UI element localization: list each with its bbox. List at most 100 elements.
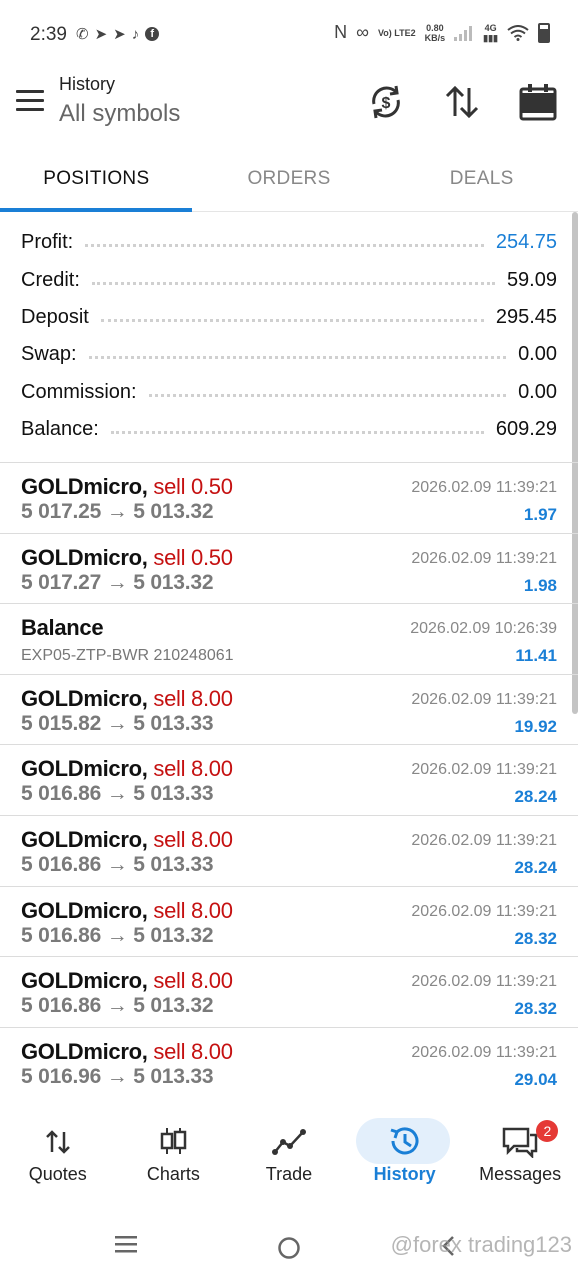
dotted-leader [100,318,484,322]
deal-profit: 28.32 [514,928,557,948]
wifi-icon [507,24,529,41]
deals-list: GOLDmicro, sell 0.50 5 017.25 → 5 013.32… [0,463,578,1098]
tiktok-icon: ♪ [131,25,140,43]
account-summary: Profit: 254.75 Credit: 59.09 Deposit 295… [21,224,557,448]
calendar-button[interactable] [518,82,558,122]
menu-icon[interactable] [16,90,44,112]
deal-title: GOLDmicro, sell 0.50 [21,545,233,571]
net-type-label: 4G [484,22,497,33]
symbol-filter[interactable]: All symbols [59,100,180,128]
deal-comment: EXP05-ZTP-BWR 210248061 [21,647,234,665]
deal-type: sell 8.00 [153,968,233,994]
nav-label: History [373,1164,436,1184]
list-item[interactable]: GOLDmicro, sell 8.00 5 016.96 → 5 013.33… [0,1028,578,1099]
deal-time: 2026.02.09 11:39:21 [411,902,557,920]
notification-icons: ✆ ➤ ➤ ♪ f [76,25,160,43]
summary-row-deposit: Deposit 295.45 [21,299,557,336]
deal-prices: 5 017.25 → 5 013.32 [21,500,214,523]
nav-label: Charts [146,1164,200,1184]
calendar-icon [519,84,557,121]
summary-value: 295.45 [495,305,557,328]
tab-orders[interactable]: ORDERS [193,146,386,212]
quotes-arrows-icon [35,1124,81,1158]
system-navigation-bar: @forex trading123 [0,1212,578,1280]
dotted-leader [85,244,484,248]
deal-title: GOLDmicro, sell 8.00 [21,898,233,924]
dotted-leader [148,393,507,397]
link-icon: ∞ [356,22,369,42]
deal-time: 2026.02.09 11:39:21 [411,761,557,779]
status-time: 2:39 [30,24,67,45]
history-clock-icon [382,1124,428,1158]
nav-messages[interactable]: 2 Messages [462,1108,578,1204]
deal-time: 2026.02.09 11:39:21 [411,831,557,849]
nav-quotes[interactable]: Quotes [0,1108,116,1204]
deal-prices: 5 016.86 → 5 013.33 [21,782,214,806]
nav-trade[interactable]: Trade [231,1108,347,1204]
deal-time: 2026.02.09 11:39:21 [411,973,557,991]
watermark-text: @forex trading123 [390,1232,572,1257]
home-button[interactable] [277,1236,301,1265]
nav-label: Trade [265,1164,313,1184]
net-speed-unit: KB/s [424,32,446,43]
list-item[interactable]: GOLDmicro, sell 8.00 5 015.82 → 5 013.33… [0,675,578,746]
battery-icon [538,22,550,43]
deal-type: sell 8.00 [153,897,233,923]
list-item[interactable]: GOLDmicro, sell 0.50 5 017.25 → 5 013.32… [0,463,578,534]
deal-type: sell 0.50 [153,474,233,499]
bottom-navigation: Quotes Charts Trade History 2 Messages [0,1108,578,1204]
home-icon [278,1237,300,1259]
recent-apps-button[interactable] [114,1234,138,1259]
summary-label: Swap: [21,343,77,366]
nav-history[interactable]: History [347,1108,463,1204]
nav-label: Quotes [28,1164,87,1184]
volte-icon: Vo) LTE2 [377,27,416,38]
tab-positions[interactable]: POSITIONS [0,146,193,212]
deal-symbol: GOLDmicro, [21,826,148,852]
deal-prices: 5 016.86 → 5 013.32 [21,923,214,947]
summary-row-profit: Profit: 254.75 [21,224,557,261]
deal-profit: 1.98 [523,575,557,595]
list-item[interactable]: GOLDmicro, sell 8.00 5 016.86 → 5 013.32… [0,887,578,958]
deal-profit: 19.92 [514,716,557,736]
nfc-icon: N [334,22,348,42]
summary-value: 59.09 [506,268,557,291]
deal-profit: 28.24 [514,857,557,877]
app-header: History All symbols $ [0,66,578,146]
nav-label: Messages [479,1164,562,1184]
tab-deals[interactable]: DEALS [385,146,578,212]
page-title: History [59,74,116,94]
deal-profit: 28.24 [514,787,557,807]
deal-prices: 5 016.86 → 5 013.33 [21,852,214,876]
deal-symbol: GOLDmicro, [21,685,148,711]
trade-line-icon [266,1124,312,1158]
summary-label: Deposit [21,305,89,328]
summary-label: Profit: [21,231,74,254]
deal-symbol: GOLDmicro, [21,474,148,499]
deal-title: GOLDmicro, sell 8.00 [21,686,233,712]
summary-label: Credit: [21,268,80,291]
list-item[interactable]: GOLDmicro, sell 0.50 5 017.27 → 5 013.32… [0,534,578,605]
currency-exchange-icon: $ [372,85,400,119]
facebook-icon: f [145,27,160,41]
status-bar: 2:39 ✆ ➤ ➤ ♪ f N ∞ Vo) LTE2 0.80 KB/s 4G ▮… [0,0,578,66]
summary-row-credit: Credit: 59.09 [21,261,557,298]
deal-title: GOLDmicro, sell 8.00 [21,1039,233,1065]
deal-prices: 5 015.82 → 5 013.33 [21,711,214,735]
currency-exchange-button[interactable]: $ [366,82,406,122]
nav-charts[interactable]: Charts [116,1108,232,1204]
telegram-icon: ➤ [113,26,126,43]
sort-button[interactable] [442,82,482,122]
deal-prices: 5 016.96 → 5 013.33 [21,1064,214,1088]
list-item[interactable]: GOLDmicro, sell 8.00 5 016.86 → 5 013.33… [0,745,578,816]
summary-label: Commission: [21,380,137,403]
list-item[interactable]: GOLDmicro, sell 8.00 5 016.86 → 5 013.32… [0,957,578,1028]
net-speed-value: 0.80 [426,22,444,33]
summary-value: 0.00 [518,380,557,403]
list-item[interactable]: Balance EXP05-ZTP-BWR 210248061 2026.02.… [0,604,578,675]
deal-prices: 5 016.86 → 5 013.32 [21,994,214,1018]
deal-type: sell 8.00 [153,685,233,711]
deal-symbol: GOLDmicro, [21,756,148,782]
deal-profit: 29.04 [514,1069,557,1089]
list-item[interactable]: GOLDmicro, sell 8.00 5 016.86 → 5 013.33… [0,816,578,887]
